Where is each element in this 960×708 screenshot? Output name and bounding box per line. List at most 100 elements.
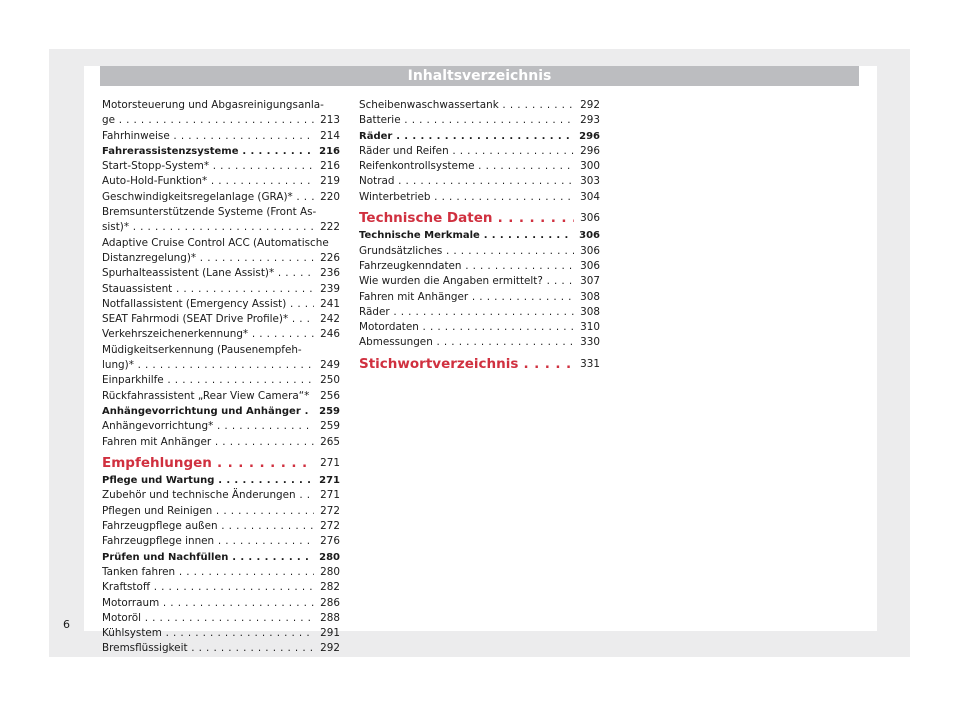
- toc-entry-title: Motorsteuerung und Abgasreinigungsanla-g…: [102, 98, 340, 129]
- toc-entry-leader: Start-Stopp-System*: [102, 159, 314, 174]
- toc-entry[interactable]: Motorraum 286: [102, 596, 340, 611]
- toc-entry-title: Winterbetrieb: [359, 190, 431, 203]
- toc-entry[interactable]: Anhängevorrichtung und Anhänger 259: [102, 404, 340, 419]
- toc-entry-leader: Kraftstoff: [102, 580, 314, 595]
- toc-entry[interactable]: Räder 296: [359, 129, 600, 144]
- toc-entry[interactable]: Notrad 303: [359, 174, 600, 189]
- toc-entry[interactable]: Spurhalteassistent (Lane Assist)* 236: [102, 266, 340, 281]
- toc-entry-title: SEAT Fahrmodi (SEAT Drive Profile)*: [102, 313, 289, 326]
- toc-entry[interactable]: Motordaten 310: [359, 320, 600, 335]
- toc-entry[interactable]: Fahren mit Anhänger 308: [359, 290, 600, 305]
- toc-entry-leader: Stauassistent: [102, 282, 314, 297]
- toc-entry[interactable]: Fahren mit Anhänger 265: [102, 435, 340, 450]
- toc-entry[interactable]: Grundsätzliches 306: [359, 244, 600, 259]
- toc-section-heading[interactable]: Empfehlungen 271: [102, 456, 340, 471]
- toc-entry-title: Anhängevorrichtung und Anhänger: [102, 405, 301, 417]
- toc-entry[interactable]: Bremsunterstützende Systeme (Front As-si…: [102, 205, 340, 236]
- toc-entry-leader: Empfehlungen: [102, 456, 314, 471]
- toc-entry-title: Kraftstoff: [102, 581, 151, 594]
- toc-column-left: Motorsteuerung und Abgasreinigungsanla-g…: [102, 98, 340, 657]
- toc-entry[interactable]: Zubehör und technische Änderungen 271: [102, 488, 340, 503]
- toc-entry[interactable]: Adaptive Cruise Control ACC (Automatisch…: [102, 236, 340, 267]
- toc-page-number: 242: [320, 313, 340, 326]
- toc-section-heading[interactable]: Stichwortverzeichnis 331: [359, 357, 600, 372]
- toc-entry-leader: Pflege und Wartung: [102, 473, 313, 488]
- toc-page-number: 280: [320, 565, 340, 578]
- toc-entry[interactable]: Pflegen und Reinigen 272: [102, 504, 340, 519]
- toc-entry[interactable]: Fahrhinweise 214: [102, 129, 340, 144]
- toc-entry[interactable]: Wie wurden die Angaben ermittelt? 307: [359, 274, 600, 289]
- toc-page-number: 308: [580, 290, 600, 303]
- toc-entry[interactable]: Pflege und Wartung 271: [102, 473, 340, 488]
- toc-entry[interactable]: Fahrerassistenzsysteme 216: [102, 144, 340, 159]
- toc-entry[interactable]: Motoröl 288: [102, 611, 340, 626]
- toc-page-number: 239: [320, 282, 340, 295]
- toc-page-number: 307: [580, 275, 600, 288]
- toc-entry-title: Pflege und Wartung: [102, 475, 215, 487]
- toc-entry-title-line2: sist)*: [102, 221, 130, 234]
- toc-page-number: 250: [320, 374, 340, 387]
- toc-entry-title: Technische Merkmale: [359, 230, 480, 242]
- toc-entry[interactable]: Abmessungen 330: [359, 335, 600, 350]
- toc-entry[interactable]: Scheibenwaschwassertank 292: [359, 98, 600, 113]
- toc-entry[interactable]: Winterbetrieb 304: [359, 190, 600, 205]
- toc-entry[interactable]: Auto-Hold-Funktion* 219: [102, 174, 340, 189]
- toc-entry-leader: Fahren mit Anhänger: [359, 290, 574, 305]
- toc-entry[interactable]: Räder 308: [359, 305, 600, 320]
- toc-entry[interactable]: Räder und Reifen 296: [359, 144, 600, 159]
- toc-entry[interactable]: Batterie 293: [359, 113, 600, 128]
- toc-entry-title: Bremsunterstützende Systeme (Front As-si…: [102, 205, 340, 236]
- toc-entry-title: Pflegen und Reinigen: [102, 504, 213, 517]
- toc-entry[interactable]: Müdigkeitserkennung (Pausenempfeh-lung)*…: [102, 343, 340, 374]
- toc-entry-leader: Zubehör und technische Änderungen: [102, 488, 314, 503]
- toc-entry-title: Motordaten: [359, 321, 419, 334]
- toc-entry[interactable]: Kühlsystem 291: [102, 626, 340, 641]
- toc-entry[interactable]: Motorsteuerung und Abgasreinigungsanla-g…: [102, 98, 340, 129]
- toc-entry-title: Verkehrszeichenerkennung*: [102, 328, 249, 341]
- toc-entry[interactable]: Rückfahrassistent „Rear View Camera“* 256: [102, 389, 340, 404]
- toc-entry-leader: Kühlsystem: [102, 626, 314, 641]
- toc-entry-leader: Batterie: [359, 113, 574, 128]
- toc-entry[interactable]: Einparkhilfe 250: [102, 373, 340, 388]
- toc-entry-title-line2: Distanzregelung)*: [102, 251, 197, 264]
- toc-page-number: 213: [320, 114, 340, 127]
- toc-entry[interactable]: Geschwindigkeitsregelanlage (GRA)* 220: [102, 190, 340, 205]
- toc-entry-title: Fahrhinweise: [102, 129, 170, 142]
- toc-entry[interactable]: Start-Stopp-System* 216: [102, 159, 340, 174]
- toc-entry[interactable]: Fahrzeugpflege außen 272: [102, 519, 340, 534]
- toc-entry-title: Bremsflüssigkeit: [102, 642, 188, 655]
- toc-entry[interactable]: Notfallassistent (Emergency Assist) 241: [102, 297, 340, 312]
- toc-entry-leader: Fahrhinweise: [102, 129, 314, 144]
- toc-section-heading[interactable]: Technische Daten 306: [359, 211, 600, 226]
- page-header: Inhaltsverzeichnis: [100, 66, 859, 86]
- toc-entry[interactable]: Stauassistent 239: [102, 282, 340, 297]
- toc-entry-title: Notfallassistent (Emergency Assist): [102, 297, 287, 310]
- toc-entry[interactable]: SEAT Fahrmodi (SEAT Drive Profile)* 242: [102, 312, 340, 327]
- toc-entry[interactable]: Reifenkontrollsysteme 300: [359, 159, 600, 174]
- toc-entry[interactable]: Prüfen und Nachfüllen 280: [102, 550, 340, 565]
- toc-entry[interactable]: Technische Merkmale 306: [359, 228, 600, 243]
- toc-entry[interactable]: Fahrzeugkenndaten 306: [359, 259, 600, 274]
- toc-entry-leader: Prüfen und Nachfüllen: [102, 550, 313, 565]
- toc-entry-last-line: sist)* 222: [102, 220, 340, 235]
- toc-entry-title: Notrad: [359, 175, 395, 188]
- toc-column-right: Scheibenwaschwassertank 292 Batterie 293 Räd…: [359, 98, 600, 374]
- toc-entry-title: Batterie: [359, 114, 401, 127]
- toc-entry-leader: Scheibenwaschwassertank: [359, 98, 574, 113]
- toc-entry-title-line1: Müdigkeitserkennung (Pausenempfeh-: [102, 343, 302, 356]
- toc-entry-title: Stauassistent: [102, 282, 173, 295]
- toc-page-number: 220: [320, 190, 340, 203]
- toc-entry-title: Räder und Reifen: [359, 144, 449, 157]
- toc-entry-last-line: lung)* 249: [102, 358, 340, 373]
- toc-entry[interactable]: Tanken fahren 280: [102, 565, 340, 580]
- toc-entry[interactable]: Anhängevorrichtung* 259: [102, 419, 340, 434]
- page-number: 6: [63, 618, 70, 631]
- toc-entry-leader: Räder: [359, 305, 574, 320]
- toc-entry-leader: Fahrzeugpflege außen: [102, 519, 314, 534]
- toc-entry-title: Anhängevorrichtung*: [102, 420, 214, 433]
- toc-entry[interactable]: Kraftstoff 282: [102, 580, 340, 595]
- toc-entry[interactable]: Verkehrszeichenerkennung* 246: [102, 327, 340, 342]
- toc-page-number: 296: [579, 130, 600, 142]
- toc-entry[interactable]: Fahrzeugpflege innen 276: [102, 534, 340, 549]
- toc-entry[interactable]: Bremsflüssigkeit 292: [102, 641, 340, 656]
